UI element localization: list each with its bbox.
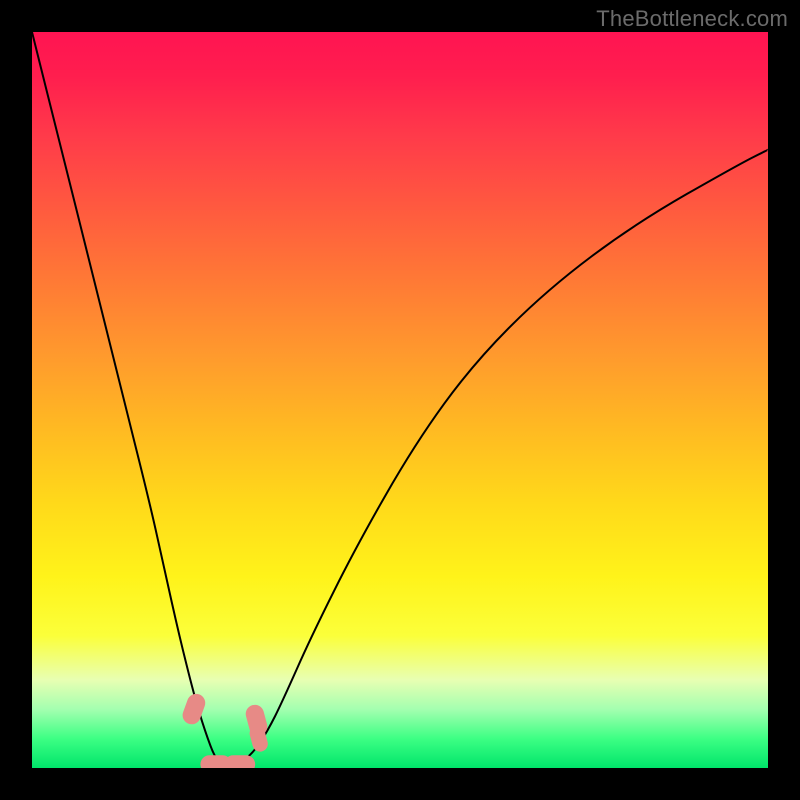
marker-left-shoulder [180,691,208,727]
chart-frame: TheBottleneck.com [0,0,800,800]
marker-valley-right [224,755,255,768]
bottleneck-curve [32,32,768,767]
plot-area [32,32,768,768]
watermark-text: TheBottleneck.com [596,6,788,32]
curve-svg [32,32,768,768]
data-markers [180,691,270,768]
